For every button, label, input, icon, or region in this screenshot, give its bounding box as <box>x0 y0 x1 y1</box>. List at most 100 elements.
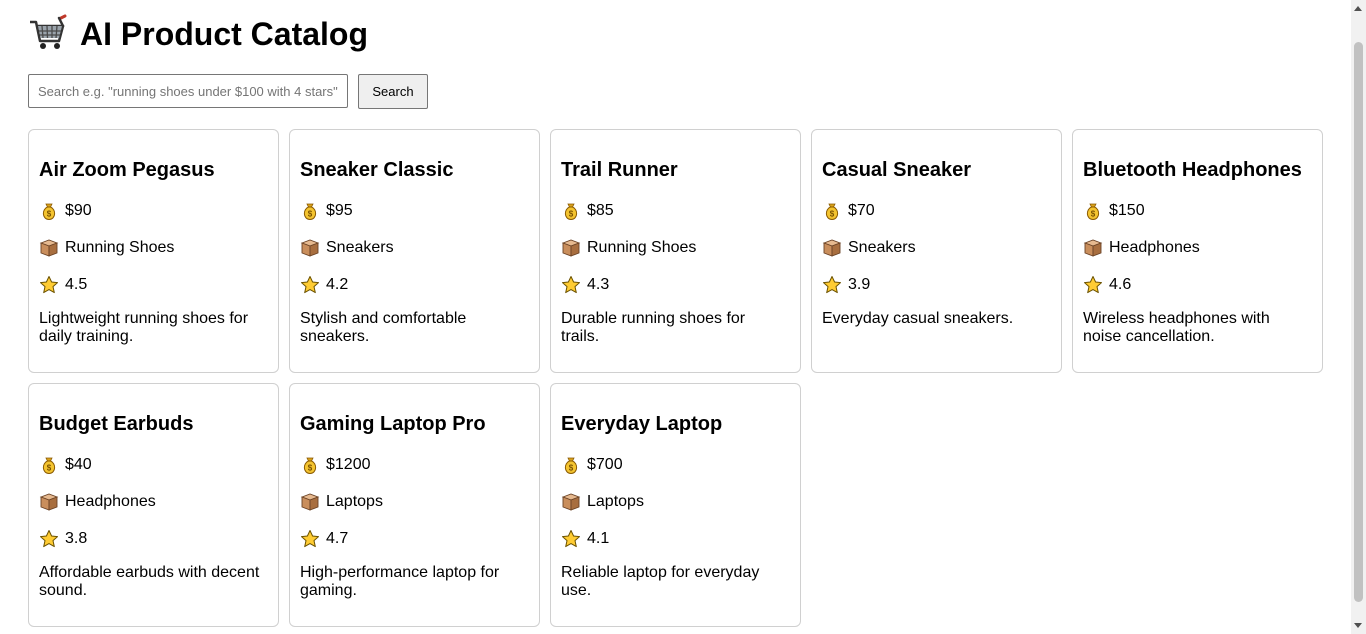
product-name: Casual Sneaker <box>822 159 971 181</box>
money-bag-icon <box>561 201 581 221</box>
product-rating-row: 3.8 <box>39 529 87 549</box>
scroll-up-icon[interactable] <box>1354 6 1362 11</box>
product-rating-row: 4.3 <box>561 275 609 295</box>
product-price-row: $40 <box>39 455 92 475</box>
product-category-row: Running Shoes <box>561 238 696 258</box>
star-icon <box>561 275 581 295</box>
product-rating-row: 4.2 <box>300 275 348 295</box>
product-description: Durable running shoes for trails. <box>561 310 746 345</box>
product-price: $700 <box>587 456 623 473</box>
product-rating: 4.5 <box>65 276 88 293</box>
product-price: $40 <box>65 456 92 473</box>
star-icon <box>39 529 59 549</box>
product-category-row: Running Shoes <box>39 238 174 258</box>
product-rating-row: 4.6 <box>1083 275 1131 295</box>
star-icon <box>1083 275 1103 295</box>
page-title: AI Product Catalog <box>80 15 369 52</box>
product-price: $1200 <box>326 456 371 473</box>
product-rating: 4.3 <box>587 276 610 293</box>
product-rating-row: 4.7 <box>300 529 348 549</box>
product-price: $85 <box>587 202 614 219</box>
money-bag-icon <box>561 455 581 475</box>
product-rating-row: 4.1 <box>561 529 609 549</box>
product-grid: Air Zoom Pegasus $90 Running Shoes 4.5 L… <box>28 129 1323 627</box>
product-name: Gaming Laptop Pro <box>300 413 486 435</box>
product-price-row: $1200 <box>300 455 371 475</box>
star-icon <box>822 275 842 295</box>
product-category-row: Headphones <box>39 492 156 512</box>
package-icon <box>1083 238 1103 258</box>
product-price-row: $85 <box>561 201 614 221</box>
product-category-row: Sneakers <box>822 238 916 258</box>
product-description: Everyday casual sneakers. <box>822 310 1014 327</box>
product-card[interactable]: Casual Sneaker $70 Sneakers 3.9 Everyday… <box>811 129 1062 373</box>
money-bag-icon <box>822 201 842 221</box>
scroll-down-icon[interactable] <box>1354 623 1362 628</box>
search-button[interactable]: Search <box>358 74 428 109</box>
product-description: Stylish and comfortable sneakers. <box>300 310 467 345</box>
product-card[interactable]: Sneaker Classic $95 Sneakers 4.2 Stylish… <box>289 129 540 373</box>
product-description: Lightweight running shoes for daily trai… <box>39 310 249 345</box>
product-category: Sneakers <box>326 239 394 256</box>
product-card[interactable]: Air Zoom Pegasus $90 Running Shoes 4.5 L… <box>28 129 279 373</box>
product-name: Bluetooth Headphones <box>1083 159 1302 181</box>
money-bag-icon <box>300 201 320 221</box>
search-input[interactable] <box>28 74 348 108</box>
product-description: Reliable laptop for everyday use. <box>561 564 760 599</box>
product-card[interactable]: Gaming Laptop Pro $1200 Laptops 4.7 High… <box>289 383 540 627</box>
product-price-row: $150 <box>1083 201 1145 221</box>
product-category: Headphones <box>65 493 156 510</box>
money-bag-icon <box>300 455 320 475</box>
package-icon <box>300 492 320 512</box>
product-rating-row: 3.9 <box>822 275 870 295</box>
product-name: Trail Runner <box>561 159 678 181</box>
product-category: Sneakers <box>848 239 916 256</box>
search-bar: Search <box>28 74 428 109</box>
package-icon <box>39 492 59 512</box>
product-card[interactable]: Bluetooth Headphones $150 Headphones 4.6… <box>1072 129 1323 373</box>
product-card[interactable]: Budget Earbuds $40 Headphones 3.8 Afford… <box>28 383 279 627</box>
product-category-row: Sneakers <box>300 238 394 258</box>
product-rating: 3.9 <box>848 276 871 293</box>
star-icon <box>300 275 320 295</box>
package-icon <box>39 238 59 258</box>
star-icon <box>39 275 59 295</box>
product-price: $95 <box>326 202 353 219</box>
star-icon <box>561 529 581 549</box>
product-description: Affordable earbuds with decent sound. <box>39 564 260 599</box>
product-category: Laptops <box>326 493 383 510</box>
product-category-row: Headphones <box>1083 238 1200 258</box>
package-icon <box>561 492 581 512</box>
product-category: Running Shoes <box>65 239 175 256</box>
product-price-row: $90 <box>39 201 92 221</box>
product-price-row: $700 <box>561 455 623 475</box>
product-rating-row: 4.5 <box>39 275 87 295</box>
product-category: Laptops <box>587 493 644 510</box>
product-name: Budget Earbuds <box>39 413 194 435</box>
vertical-scrollbar[interactable] <box>1351 0 1366 634</box>
product-category: Headphones <box>1109 239 1200 256</box>
product-price: $70 <box>848 202 875 219</box>
product-price: $150 <box>1109 202 1145 219</box>
product-rating: 3.8 <box>65 530 88 547</box>
package-icon <box>300 238 320 258</box>
product-rating: 4.2 <box>326 276 349 293</box>
product-name: Sneaker Classic <box>300 159 454 181</box>
product-card[interactable]: Trail Runner $85 Running Shoes 4.3 Durab… <box>550 129 801 373</box>
product-price-row: $95 <box>300 201 353 221</box>
product-description: Wireless headphones with noise cancellat… <box>1083 310 1270 345</box>
product-card[interactable]: Everyday Laptop $700 Laptops 4.1 Reliabl… <box>550 383 801 627</box>
scrollbar-thumb[interactable] <box>1354 42 1363 602</box>
money-bag-icon <box>1083 201 1103 221</box>
page-header: AI Product Catalog <box>28 12 368 56</box>
product-price-row: $70 <box>822 201 875 221</box>
product-rating: 4.6 <box>1109 276 1132 293</box>
product-description: High-performance laptop for gaming. <box>300 564 500 599</box>
package-icon <box>822 238 842 258</box>
product-category-row: Laptops <box>300 492 383 512</box>
money-bag-icon <box>39 201 59 221</box>
money-bag-icon <box>39 455 59 475</box>
package-icon <box>561 238 581 258</box>
product-rating: 4.7 <box>326 530 349 547</box>
product-name: Everyday Laptop <box>561 413 723 435</box>
